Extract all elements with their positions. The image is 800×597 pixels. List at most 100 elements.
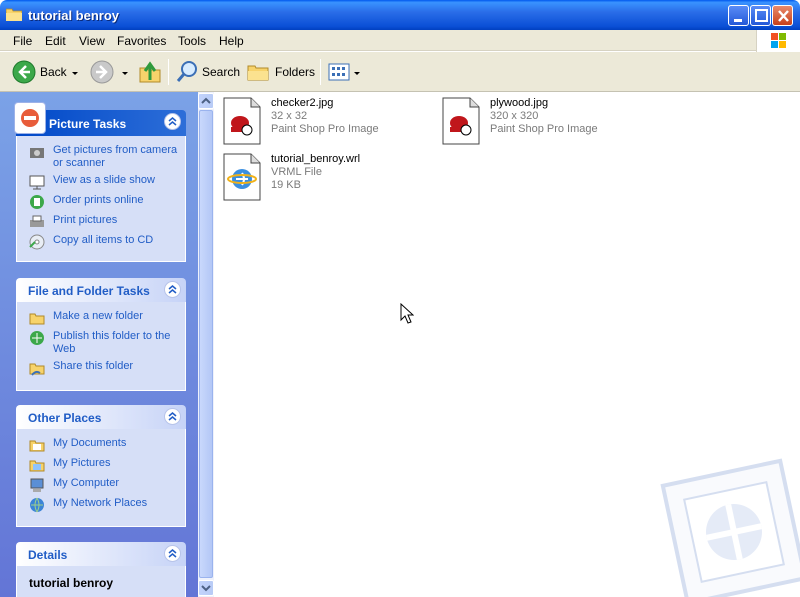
mouse-cursor-icon: [400, 303, 414, 324]
folders-button[interactable]: Folders: [247, 57, 315, 87]
place-my-network[interactable]: My Network Places: [29, 497, 179, 513]
menu-tools[interactable]: Tools: [178, 34, 206, 48]
title-bar[interactable]: tutorial benroy: [0, 0, 800, 30]
task-publish-web[interactable]: Publish this folder to the Web: [29, 330, 179, 356]
file-type: Paint Shop Pro Image: [490, 123, 598, 135]
share-folder-icon: [29, 363, 45, 376]
menu-view[interactable]: View: [79, 34, 105, 48]
task-get-pictures[interactable]: Get pictures from camera or scanner: [29, 144, 179, 170]
details-body: tutorial benroy: [16, 566, 186, 597]
forward-dropdown-icon[interactable]: [122, 72, 128, 75]
picture-tasks-header[interactable]: Picture Tasks: [14, 102, 186, 136]
scroll-down-icon: [201, 585, 211, 592]
search-label: Search: [202, 65, 241, 79]
place-my-computer[interactable]: My Computer: [29, 477, 179, 493]
file-name: plywood.jpg: [490, 97, 549, 109]
task-print-pictures[interactable]: Print pictures: [29, 214, 179, 230]
vrml-file-icon: [223, 153, 261, 201]
collapse-chevron-icon[interactable]: [164, 408, 181, 425]
views-dropdown-icon[interactable]: [354, 72, 360, 75]
task-label: My Pictures: [53, 457, 111, 469]
slideshow-icon: [29, 175, 45, 190]
minimize-button[interactable]: [728, 5, 749, 26]
scroll-up-button[interactable]: [198, 93, 214, 109]
file-item[interactable]: tutorial_benroy.wrl VRML File 19 KB: [223, 153, 360, 201]
file-size: 19 KB: [271, 179, 301, 191]
task-share-folder[interactable]: Share this folder: [29, 360, 179, 376]
place-my-pictures[interactable]: My Pictures: [29, 457, 179, 473]
file-type: Paint Shop Pro Image: [271, 123, 379, 135]
task-label: Print pictures: [53, 214, 118, 226]
task-label: Publish this folder to the Web: [53, 330, 171, 355]
views-button[interactable]: [327, 57, 351, 87]
pictures-watermark-icon: [660, 458, 800, 597]
other-places-body: My Documents My Pictures My Computer My …: [16, 429, 186, 527]
file-dimensions: 32 x 32: [271, 110, 308, 122]
publish-web-icon: [30, 331, 44, 345]
menu-edit[interactable]: Edit: [45, 34, 66, 48]
windows-flag-icon: [771, 33, 786, 48]
collapse-chevron-icon[interactable]: [164, 281, 181, 298]
task-label: My Network Places: [53, 497, 148, 509]
back-label: Back: [40, 65, 67, 79]
task-label: My Documents: [53, 437, 127, 449]
toolbar: Back Search Folders: [0, 52, 800, 92]
file-item[interactable]: checker2.jpg 32 x 32 Paint Shop Pro Imag…: [223, 97, 379, 145]
search-button[interactable]: Search: [176, 57, 240, 87]
scroll-up-icon: [201, 97, 211, 104]
details-folder-name: tutorial benroy: [29, 576, 114, 590]
details-title: Details: [28, 548, 68, 562]
task-copy-to-cd[interactable]: Copy all items to CD: [29, 234, 179, 250]
folders-label: Folders: [275, 65, 316, 79]
task-new-folder[interactable]: Make a new folder: [29, 310, 179, 326]
menu-favorites[interactable]: Favorites: [117, 34, 166, 48]
back-dropdown-icon[interactable]: [72, 72, 78, 75]
details-header[interactable]: Details: [16, 542, 186, 566]
maximize-button[interactable]: [750, 5, 771, 26]
scroll-thumb[interactable]: [199, 110, 213, 578]
my-computer-icon: [30, 478, 44, 492]
collapse-chevron-icon[interactable]: [164, 113, 181, 130]
file-folder-tasks-header[interactable]: File and Folder Tasks: [16, 278, 186, 302]
maximize-icon: [755, 9, 768, 22]
toolbar-separator: [320, 59, 321, 85]
file-name: tutorial_benroy.wrl: [271, 153, 361, 165]
collapse-chevron-icon[interactable]: [164, 545, 181, 562]
order-prints-icon: [30, 195, 44, 209]
psp-image-icon: [223, 97, 261, 145]
folders-icon: [247, 65, 269, 81]
file-item[interactable]: plywood.jpg 320 x 320 Paint Shop Pro Ima…: [442, 97, 598, 145]
up-folder-icon: [139, 61, 161, 83]
menu-file[interactable]: File: [13, 34, 32, 48]
details-panel: Details tutorial benroy: [16, 542, 186, 597]
task-order-prints[interactable]: Order prints online: [29, 194, 179, 210]
other-places-panel: Other Places My Documents My Pictures My…: [16, 405, 186, 527]
task-slideshow[interactable]: View as a slide show: [29, 174, 179, 190]
task-label: Share this folder: [53, 360, 134, 372]
file-folder-tasks-panel: File and Folder Tasks Make a new folder …: [16, 278, 186, 391]
views-icon: [328, 63, 350, 81]
up-folder-button[interactable]: [138, 57, 162, 87]
folder-icon: [6, 8, 22, 21]
camera-icon: [30, 148, 44, 158]
menu-help[interactable]: Help: [219, 34, 244, 48]
back-button[interactable]: Back: [12, 57, 67, 87]
task-label: Order prints online: [53, 194, 144, 206]
forward-button[interactable]: [90, 57, 114, 87]
vertical-scrollbar[interactable]: [198, 92, 214, 597]
scroll-down-button[interactable]: [198, 580, 214, 596]
my-documents-icon: [29, 440, 45, 452]
menu-bar: File Edit View Favorites Tools Help: [0, 30, 800, 51]
task-label: My Computer: [53, 477, 120, 489]
picture-tasks-panel: Picture Tasks Get pictures from camera o…: [14, 102, 186, 262]
picture-tasks-icon: [14, 102, 46, 134]
close-button[interactable]: [772, 5, 793, 26]
task-label: Make a new folder: [53, 310, 143, 322]
file-list[interactable]: checker2.jpg 32 x 32 Paint Shop Pro Imag…: [214, 92, 800, 597]
place-my-documents[interactable]: My Documents: [29, 437, 179, 453]
task-label: Copy all items to CD: [53, 234, 154, 246]
file-dimensions: 320 x 320: [490, 110, 539, 122]
toolbar-separator: [168, 59, 169, 85]
other-places-header[interactable]: Other Places: [16, 405, 186, 429]
file-folder-tasks-body: Make a new folder Publish this folder to…: [16, 302, 186, 391]
